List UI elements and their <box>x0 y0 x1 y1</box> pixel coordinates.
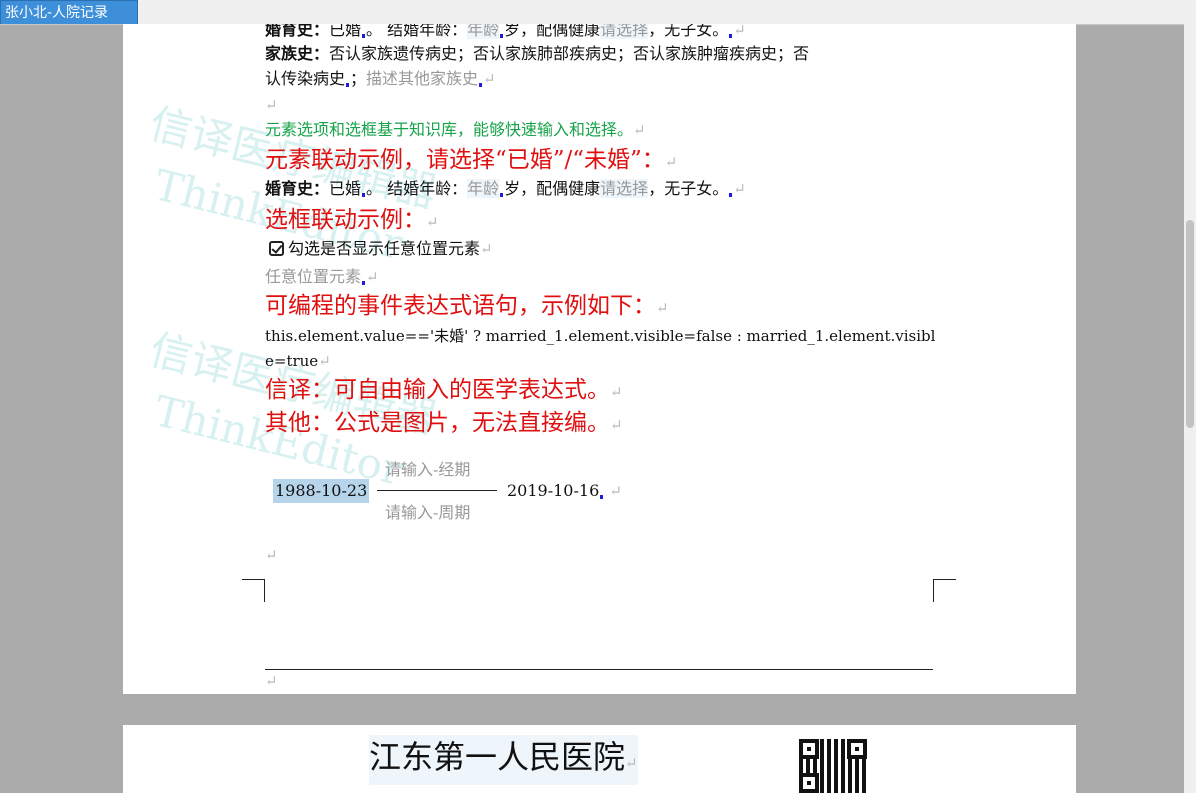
paragraph-mark: ↵ <box>265 672 278 690</box>
code-line: e=true↵ <box>265 352 331 370</box>
scrollbar-thumb[interactable] <box>1186 220 1194 428</box>
cycle-input[interactable]: 请输入-周期 <box>385 501 470 525</box>
family-history-line2: 认传染病史 ；描述其他家族史 ↵ <box>265 69 496 88</box>
crop-mark <box>242 579 265 602</box>
marital-select[interactable]: 已婚 <box>329 24 361 39</box>
paragraph-mark: ↵ <box>265 96 278 114</box>
family-desc-input[interactable]: 描述其他家族史 <box>366 69 478 88</box>
spouse-health-select[interactable]: 请选择 <box>600 24 649 39</box>
menstrual-period-input[interactable]: 请输入-经期 <box>385 458 470 482</box>
box-linkage-heading: 选框联动示例：↵ <box>265 207 439 233</box>
hospital-name: 江东第一人民医院↵ <box>369 735 638 785</box>
document-tab[interactable]: 张小北-人院记录 <box>0 0 138 24</box>
age-input[interactable]: 年龄 <box>467 24 500 39</box>
any-position-element[interactable]: 任意位置元素 ↵ <box>265 265 379 289</box>
checkbox-checked-icon[interactable] <box>269 241 284 256</box>
formula-end-date[interactable]: 2019-10-16 ↵ <box>507 479 622 503</box>
marital-select[interactable]: 已婚 <box>329 179 361 198</box>
other-formula-heading: 其他：公式是图片，无法直接编。↵ <box>265 410 623 436</box>
age-input[interactable]: 年龄 <box>467 179 500 198</box>
formula-start-date[interactable]: 1988-10-23 <box>273 479 370 503</box>
formula-fraction-bar <box>377 490 497 491</box>
paragraph-mark: ↵ <box>265 546 278 564</box>
checkbox-row[interactable]: 勾选是否显示任意位置元素↵ <box>269 237 493 261</box>
xinyi-expression-heading: 信译：可自由输入的医学表达式。↵ <box>265 377 623 403</box>
footer-rule <box>265 669 933 670</box>
vertical-scrollbar[interactable] <box>1184 24 1196 793</box>
tab-bar: 张小北-人院记录 <box>0 0 1196 25</box>
next-page[interactable]: 江东第一人民医院↵ <box>123 725 1076 793</box>
crop-mark <box>933 579 956 602</box>
code-line: this.element.value=='未婚' ? married_1.ele… <box>265 327 936 345</box>
marital-history-top: 婚育史：已婚。 结婚年龄：年龄 岁，配偶健康请选择，无子女。 ↵ <box>265 24 746 42</box>
family-history-line1: 家族史：否认家族遗传病史；否认家族肺部疾病史；否认家族肿瘤疾病史；否 <box>265 44 810 63</box>
note-knowledge-base: 元素选项和选框基于知识库，能够快速输入和选择。↵ <box>265 120 646 139</box>
document-page[interactable]: 信译医疗编辑器 ThinkEditor 信译医疗编辑器 ThinkEditor … <box>123 24 1076 694</box>
linkage-demo-heading: 元素联动示例，请选择“已婚”/“未婚”：↵ <box>265 147 678 173</box>
event-expression-heading: 可编程的事件表达式语句，示例如下：↵ <box>265 293 669 319</box>
marital-history-bottom: 婚育史：已婚。 结婚年龄：年龄 岁，配偶健康请选择，无子女。 ↵ <box>265 179 746 198</box>
qr-code-icon <box>799 739 867 793</box>
spouse-health-select[interactable]: 请选择 <box>600 179 649 198</box>
